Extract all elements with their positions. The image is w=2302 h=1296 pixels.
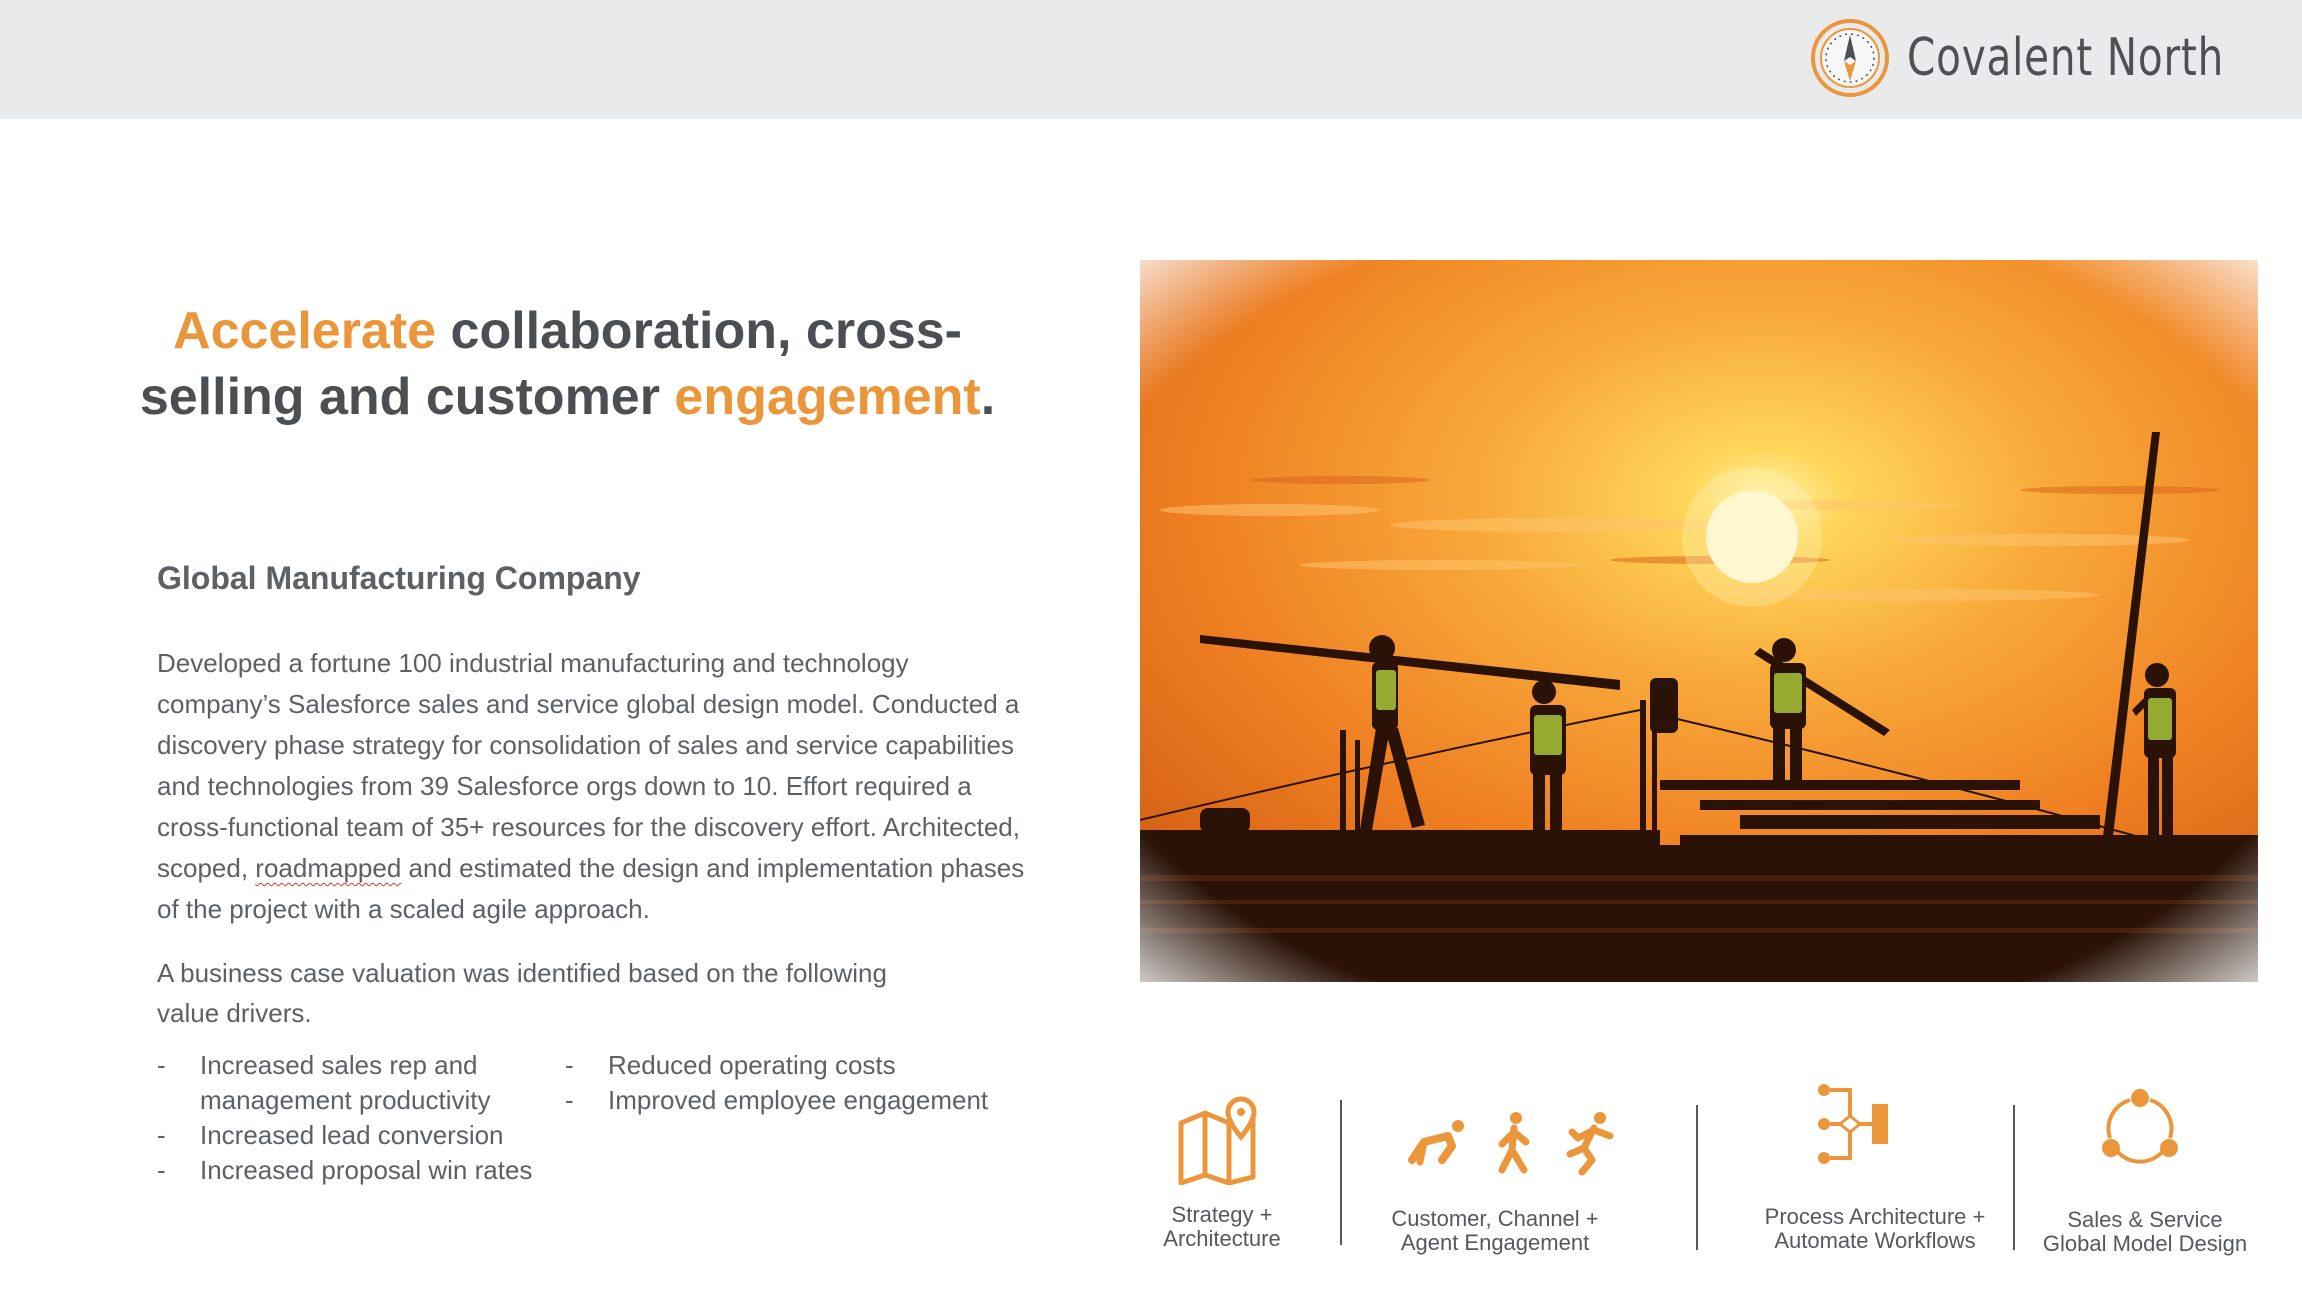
brand: Covalent North — [1809, 17, 2227, 99]
headline-text-2: selling and customer — [139, 368, 675, 426]
list-item: Reduced operating costs — [565, 1048, 1045, 1083]
list-item: Improved employee engagement — [565, 1083, 1045, 1118]
value-intro: A business case valuation was identified… — [157, 958, 887, 1028]
workflow-icon — [1818, 1084, 1888, 1164]
divider — [1696, 1105, 1698, 1250]
cycle-icon — [2102, 1089, 2178, 1164]
description-paragraph: Developed a fortune 100 industrial manuf… — [157, 643, 1037, 930]
hero-photo — [1140, 260, 2258, 982]
crawl-walk-run-icon — [1408, 1112, 1614, 1176]
header-bar: Covalent North — [0, 0, 2302, 119]
page-headline: Accelerate collaboration, cross- selling… — [100, 298, 1035, 430]
headline-text-1: collaboration, cross- — [436, 302, 962, 360]
capability-global-model: Sales & Service Global Model Design — [2042, 1207, 2248, 1256]
spellcheck-flagged-word: roadmapped — [255, 853, 402, 883]
value-drivers-left: Increased sales rep and management produ… — [157, 1048, 557, 1188]
list-item: Increased proposal win rates — [157, 1153, 557, 1188]
headline-accent-1: Accelerate — [173, 302, 437, 360]
description-text-1: Developed a fortune 100 industrial manuf… — [157, 648, 1020, 883]
headline-end: . — [980, 368, 996, 426]
brand-name: Covalent North — [1907, 28, 2225, 88]
compass-icon — [1811, 19, 1889, 97]
list-item: Increased lead conversion — [157, 1118, 557, 1153]
company-title: Global Manufacturing Company — [157, 560, 641, 596]
divider — [1340, 1100, 1342, 1245]
capability-process: Process Architecture + Automate Workflow… — [1764, 1204, 1986, 1253]
map-pin-icon — [1178, 1096, 1257, 1185]
value-drivers-right: Reduced operating costs Improved employe… — [565, 1048, 1045, 1118]
list-item: Increased sales rep and management produ… — [157, 1048, 557, 1118]
sunset-construction-photo — [1140, 260, 2258, 982]
capabilities-row: Strategy + Architecture Customer, Channe… — [1140, 1080, 2258, 1280]
capability-engagement: Customer, Channel + Agent Engagement — [1391, 1206, 1599, 1255]
headline-accent-2: engagement — [674, 368, 981, 426]
divider — [2013, 1105, 2015, 1250]
capability-strategy: Strategy + Architecture — [1163, 1202, 1281, 1251]
